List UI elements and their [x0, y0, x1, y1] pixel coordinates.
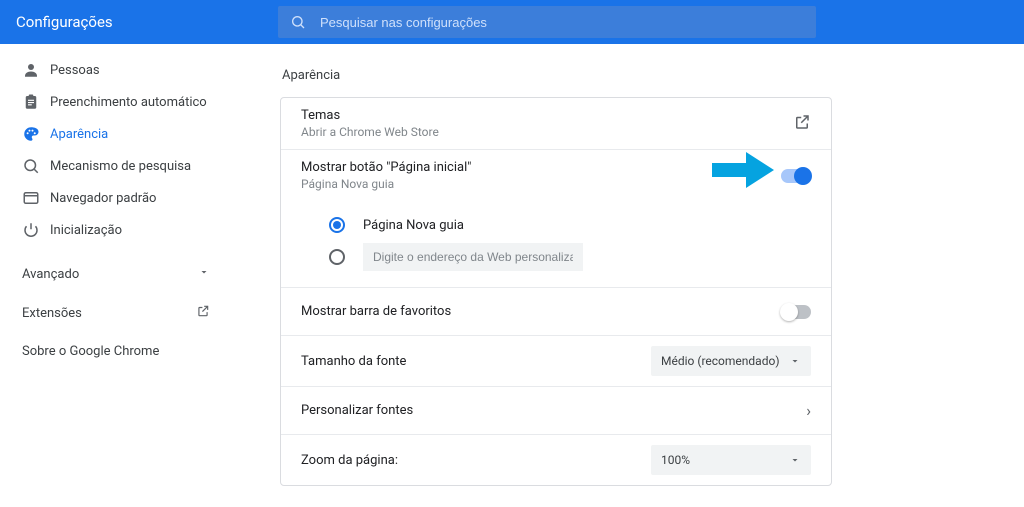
zoom-dropdown[interactable]: 100% — [651, 445, 811, 475]
custom-url-input[interactable] — [363, 243, 583, 271]
themes-title: Temas — [301, 108, 439, 123]
font-size-dropdown[interactable]: Médio (recomendado) — [651, 346, 811, 376]
sidebar-item-label: Aparência — [50, 127, 108, 142]
sidebar-advanced-label: Avançado — [22, 267, 79, 282]
bookmarks-bar-title: Mostrar barra de favoritos — [301, 304, 451, 319]
sidebar-item-appearance[interactable]: Aparência — [0, 118, 232, 150]
home-button-options: Página Nova guia — [281, 201, 831, 288]
sidebar-extensions-label: Extensões — [22, 306, 82, 321]
search-icon — [290, 14, 306, 30]
chevron-right-icon: › — [806, 401, 811, 420]
palette-icon — [22, 125, 50, 143]
zoom-title: Zoom da página: — [301, 453, 398, 468]
browser-icon — [22, 189, 50, 207]
sidebar-item-label: Navegador padrão — [50, 191, 156, 206]
sidebar-item-people[interactable]: Pessoas — [0, 54, 232, 86]
search-icon — [22, 157, 50, 175]
sidebar-item-label: Inicialização — [50, 223, 122, 238]
page-header: Configurações — [0, 0, 1024, 44]
external-link-icon — [196, 304, 210, 322]
main-content: Aparência Temas Abrir a Chrome Web Store… — [232, 44, 1024, 507]
chevron-down-icon — [789, 454, 801, 466]
radio-new-tab-label: Página Nova guia — [363, 218, 464, 233]
sidebar-item-label: Preenchimento automático — [50, 95, 207, 110]
appearance-card: Temas Abrir a Chrome Web Store Mostrar b… — [280, 97, 832, 486]
sidebar-item-label: Mecanismo de pesquisa — [50, 159, 191, 174]
appearance-section-title: Aparência — [282, 68, 1024, 83]
font-size-title: Tamanho da fonte — [301, 354, 406, 369]
sidebar-item-advanced[interactable]: Avançado — [0, 254, 232, 294]
sidebar-item-default-browser[interactable]: Navegador padrão — [0, 182, 232, 214]
page-title: Configurações — [16, 13, 278, 31]
radio-new-tab-row[interactable]: Página Nova guia — [329, 209, 811, 241]
radio-custom-url-row[interactable] — [329, 241, 811, 273]
clipboard-icon — [22, 93, 50, 111]
bookmarks-bar-toggle[interactable] — [781, 305, 811, 319]
settings-search-input[interactable] — [320, 15, 804, 30]
sidebar: Pessoas Preenchimento automático Aparênc… — [0, 44, 232, 507]
home-button-subtitle: Página Nova guia — [301, 177, 471, 191]
radio-new-tab[interactable] — [329, 217, 345, 233]
sidebar-item-extensions[interactable]: Extensões — [0, 294, 232, 332]
external-link-icon — [793, 113, 811, 135]
power-icon — [22, 221, 50, 239]
chevron-down-icon — [789, 355, 801, 367]
sidebar-item-about[interactable]: Sobre o Google Chrome — [0, 332, 232, 370]
font-size-value: Médio (recomendado) — [661, 354, 780, 368]
custom-fonts-title: Personalizar fontes — [301, 403, 413, 418]
sidebar-item-search-engine[interactable]: Mecanismo de pesquisa — [0, 150, 232, 182]
row-bookmarks-bar: Mostrar barra de favoritos — [281, 288, 831, 336]
sidebar-item-autofill[interactable]: Preenchimento automático — [0, 86, 232, 118]
sidebar-about-label: Sobre o Google Chrome — [22, 344, 159, 359]
sidebar-item-startup[interactable]: Inicialização — [0, 214, 232, 246]
zoom-value: 100% — [661, 453, 690, 467]
person-icon — [22, 61, 50, 79]
row-page-zoom: Zoom da página: 100% — [281, 435, 831, 485]
radio-custom-url[interactable] — [329, 249, 345, 265]
row-custom-fonts[interactable]: Personalizar fontes › — [281, 387, 831, 435]
sidebar-item-label: Pessoas — [50, 63, 100, 78]
settings-search[interactable] — [278, 6, 816, 38]
home-button-title: Mostrar botão "Página inicial" — [301, 160, 471, 175]
row-home-button: Mostrar botão "Página inicial" Página No… — [281, 150, 831, 201]
home-button-toggle[interactable] — [781, 169, 811, 183]
row-themes[interactable]: Temas Abrir a Chrome Web Store — [281, 98, 831, 150]
themes-subtitle: Abrir a Chrome Web Store — [301, 125, 439, 139]
chevron-down-icon — [198, 266, 210, 282]
row-font-size: Tamanho da fonte Médio (recomendado) — [281, 336, 831, 387]
